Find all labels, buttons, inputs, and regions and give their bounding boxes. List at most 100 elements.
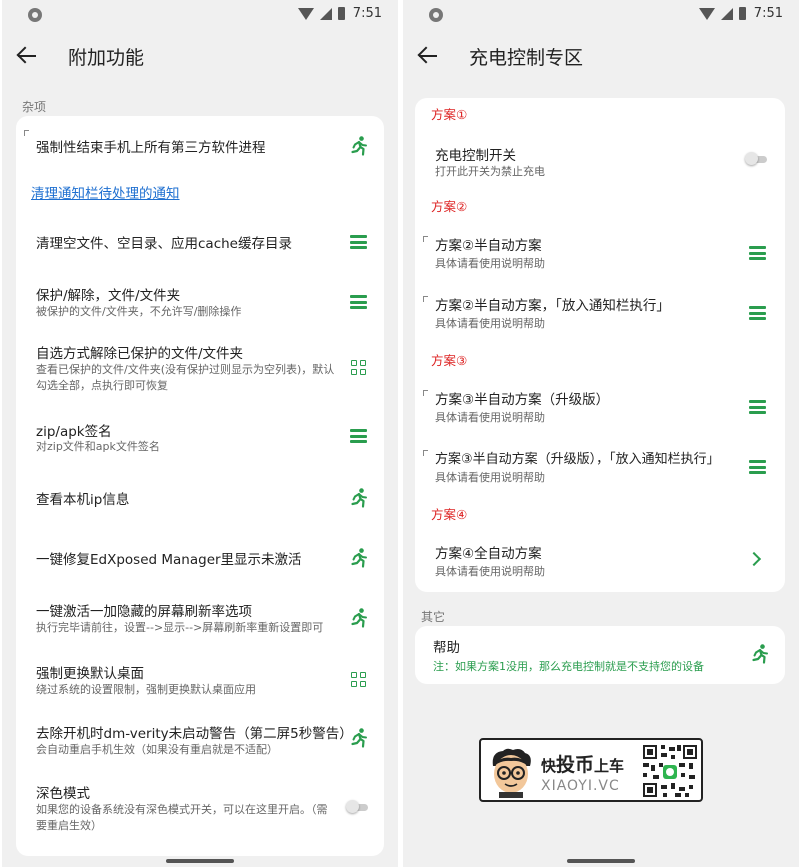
list-item[interactable]: 去除开机时dm-verity未启动警告（第二屏5秒警告） 会自动重启手机生效（如… (16, 712, 384, 774)
item-title: 去除开机时dm-verity未启动警告（第二屏5秒警告） (36, 726, 353, 742)
help-card[interactable]: 帮助 注：如果方案1没用，那么充电控制就是不支持您的设备 (415, 626, 785, 684)
list-item[interactable]: 清理通知栏待处理的通知 (16, 172, 384, 216)
item-title: 充电控制开关 (435, 148, 516, 164)
item-title: 自选方式解除已保护的文件/文件夹 (36, 346, 244, 362)
back-arrow-icon[interactable] (16, 45, 38, 67)
item-title: zip/apk签名 (36, 424, 112, 440)
misc-card: 强制性结束手机上所有第三方软件进程 清理通知栏待处理的通知 清理空文件、空目录、… (16, 116, 384, 856)
clock: 7:51 (352, 6, 382, 21)
item-subtitle: 会自动重启手机生效（如果没有重启就是不适配） (36, 743, 278, 756)
corner-mark (423, 296, 428, 302)
nav-handle[interactable] (166, 859, 234, 863)
list-item[interactable]: 保护/解除，文件/文件夹 被保护的文件/文件夹，不允许写/删除操作 (16, 266, 384, 328)
item-subtitle: 具体请看使用说明帮助 (435, 471, 545, 484)
menu-icon (350, 295, 367, 309)
list-item[interactable]: 方案②半自动方案 具体请看使用说明帮助 (415, 224, 785, 284)
run-icon (350, 728, 368, 748)
item-subtitle: 打开此开关为禁止充电 (435, 165, 545, 178)
watermark-logo: 快投币上车 XIAOYI.VC (479, 738, 703, 802)
list-item[interactable]: 方案③半自动方案（升级版），「放入通知栏执行」 具体请看使用说明帮助 (415, 438, 785, 502)
list-item[interactable]: 方案②半自动方案，「放入通知栏执行」 具体请看使用说明帮助 (415, 284, 785, 346)
list-item[interactable]: zip/apk签名 对zip文件和apk文件签名 (16, 404, 384, 466)
corner-mark (24, 130, 29, 136)
section-label-other: 其它 (421, 610, 446, 624)
chrome-icon (429, 8, 443, 22)
menu-icon (749, 306, 766, 320)
run-icon (350, 608, 368, 628)
run-icon (350, 136, 368, 156)
wifi-icon (297, 7, 314, 20)
item-title: 方案②半自动方案 (435, 238, 542, 254)
plan-label-4: 方案④ (431, 507, 468, 522)
menu-icon (350, 429, 367, 443)
item-subtitle: 被保护的文件/文件夹，不允许写/删除操作 (36, 305, 242, 318)
item-subtitle: 具体请看使用说明帮助 (435, 411, 545, 424)
battery-icon (738, 7, 746, 20)
item-subtitle: 执行完毕请前往，设置-->显示-->屏幕刷新率重新设置即可 (36, 621, 324, 634)
item-subtitle: 绕过系统的设置限制，强制更换默认桌面应用 (36, 683, 256, 696)
run-icon (751, 644, 769, 664)
list-item[interactable]: 方案④全自动方案 具体请看使用说明帮助 (415, 532, 785, 592)
help-title: 帮助 (433, 640, 460, 656)
plan-label-1: 方案① (431, 107, 468, 122)
item-subtitle: 对zip文件和apk文件签名 (36, 440, 160, 453)
dark-mode-toggle[interactable] (346, 800, 370, 813)
list-item[interactable]: 清理空文件、空目录、应用cache缓存目录 (16, 216, 384, 266)
cartoon-face-icon (492, 748, 531, 798)
grid-icon (351, 360, 367, 376)
wifi-icon (698, 7, 715, 20)
item-title: 强制更换默认桌面 (36, 666, 144, 682)
app-bar: 充电控制专区 (403, 30, 799, 82)
item-subtitle: 查看已保护的文件/文件夹(没有保护过则显示为空列表)，默认勾选全部，点执行即可恢… (36, 363, 335, 392)
list-item[interactable]: 自选方式解除已保护的文件/文件夹 查看已保护的文件/文件夹(没有保护过则显示为空… (16, 328, 384, 404)
charge-control-toggle[interactable] (745, 152, 769, 165)
signal-icon (720, 7, 733, 20)
grid-icon (351, 672, 367, 688)
watermark-brand-en: XIAOYI.VC (541, 778, 620, 794)
charging-card: 方案① 充电控制开关 打开此开关为禁止充电 方案② 方案②半自动方案 具体请看使… (415, 98, 785, 592)
item-subtitle: 具体请看使用说明帮助 (435, 565, 545, 578)
list-item[interactable]: 深色模式 如果您的设备系统没有深色模式开关，可以在这里开启。（需要重启生效） (16, 774, 384, 856)
list-item[interactable]: 查看本机ip信息 (16, 466, 384, 526)
item-title: 方案③半自动方案（升级版），「放入通知栏执行」 (435, 452, 720, 467)
status-bar: 7:51 (2, 0, 398, 30)
list-item[interactable]: 充电控制开关 打开此开关为禁止充电 (415, 134, 785, 192)
status-bar: 7:51 (403, 0, 799, 30)
item-title: 一键修复EdXposed Manager里显示未激活 (36, 552, 302, 568)
item-title: 一键激活一加隐藏的屏幕刷新率选项 (36, 604, 252, 620)
item-title: 方案③半自动方案（升级版） (435, 392, 610, 408)
list-item[interactable]: 强制更换默认桌面 绕过系统的设置限制，强制更换默认桌面应用 (16, 652, 384, 712)
back-arrow-icon[interactable] (417, 45, 439, 67)
corner-mark (423, 450, 428, 456)
item-title: 保护/解除，文件/文件夹 (36, 288, 181, 304)
list-item[interactable]: 强制性结束手机上所有第三方软件进程 (16, 116, 384, 172)
menu-icon (749, 246, 766, 260)
menu-icon (350, 235, 367, 249)
corner-mark (423, 236, 428, 242)
item-title: 查看本机ip信息 (36, 492, 130, 508)
run-icon (350, 548, 368, 568)
left-screen: 7:51 附加功能 杂项 强制性结束手机上所有第三方软件进程 清理通知栏待处理的… (2, 0, 398, 867)
clear-notifications-link[interactable]: 清理通知栏待处理的通知 (31, 182, 180, 202)
plan-label-2: 方案② (431, 199, 468, 214)
nav-handle[interactable] (567, 859, 635, 863)
right-screen: 7:51 充电控制专区 方案① 充电控制开关 打开此开关为禁止充电 方案② 方案… (403, 0, 799, 867)
menu-icon (749, 460, 766, 474)
item-title: 方案④全自动方案 (435, 546, 542, 562)
page-title: 附加功能 (68, 46, 145, 69)
item-title: 方案②半自动方案，「放入通知栏执行」 (435, 298, 670, 314)
qr-code-icon (641, 743, 699, 799)
item-subtitle: 具体请看使用说明帮助 (435, 257, 545, 270)
list-item[interactable]: 一键激活一加隐藏的屏幕刷新率选项 执行完毕请前往，设置-->显示-->屏幕刷新率… (16, 590, 384, 652)
item-title: 强制性结束手机上所有第三方软件进程 (36, 140, 266, 156)
watermark-brand-cn: 快投币上车 (541, 754, 625, 776)
menu-icon (749, 400, 766, 414)
list-item[interactable]: 方案③半自动方案（升级版） 具体请看使用说明帮助 (415, 378, 785, 438)
list-item[interactable]: 一键修复EdXposed Manager里显示未激活 (16, 526, 384, 590)
help-note: 注：如果方案1没用，那么充电控制就是不支持您的设备 (433, 660, 704, 673)
app-bar: 附加功能 (2, 30, 398, 82)
battery-icon (337, 7, 345, 20)
item-subtitle: 如果您的设备系统没有深色模式开关，可以在这里开启。（需要重启生效） (36, 803, 328, 832)
item-title: 深色模式 (36, 786, 90, 802)
chrome-icon (28, 8, 42, 22)
